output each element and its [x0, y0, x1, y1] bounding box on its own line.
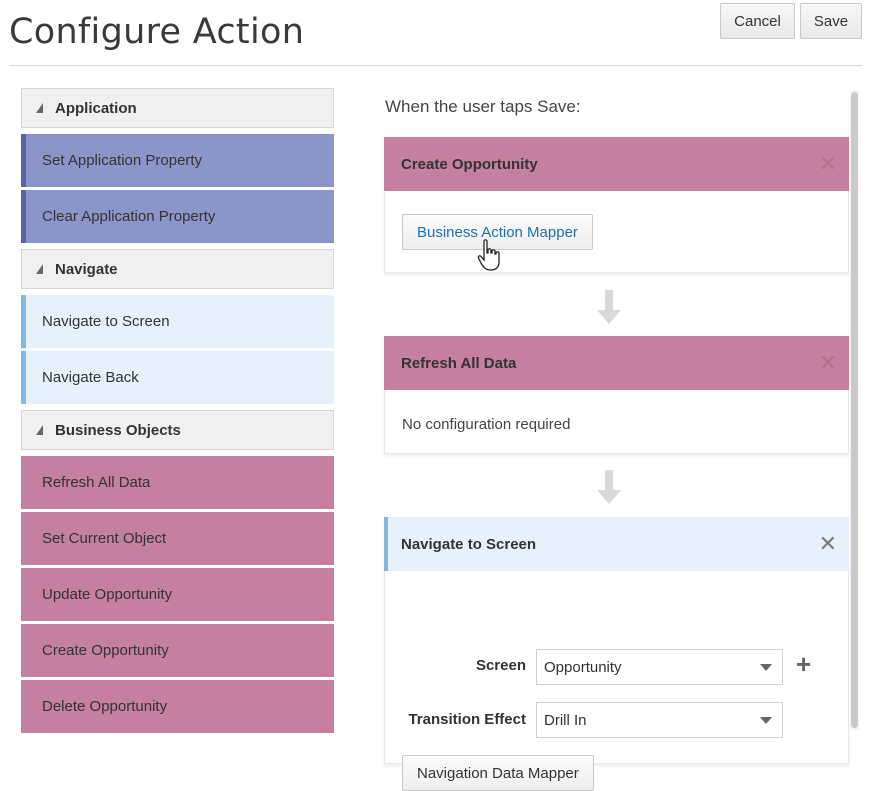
hand-cursor-icon — [477, 239, 500, 271]
palette-item-label: Navigate to Screen — [42, 313, 170, 330]
close-icon[interactable]: ✕ — [819, 533, 837, 555]
cancel-button[interactable]: Cancel — [720, 3, 795, 39]
screen-select-value: Opportunity — [544, 658, 622, 676]
palette-item-update-opportunity[interactable]: Update Opportunity — [21, 568, 334, 621]
group-label: Application — [55, 99, 137, 117]
palette-item-create-opportunity[interactable]: Create Opportunity — [21, 624, 334, 677]
caret-down-icon — [760, 664, 772, 671]
palette-item-delete-opportunity[interactable]: Delete Opportunity — [21, 680, 334, 733]
title-divider — [9, 65, 862, 66]
palette-item-refresh-all-data[interactable]: Refresh All Data — [21, 456, 334, 509]
transition-effect-label: Transition Effect — [408, 711, 526, 728]
palette-item-set-current-object[interactable]: Set Current Object — [21, 512, 334, 565]
transition-select-value: Drill In — [544, 711, 587, 729]
group-label: Business Objects — [55, 421, 181, 439]
no-config-message: No configuration required — [402, 416, 571, 433]
collapse-triangle-icon — [36, 425, 43, 435]
palette-item-label: Create Opportunity — [42, 642, 169, 659]
palette-item-label: Refresh All Data — [42, 474, 151, 491]
palette-item-navigate-to-screen[interactable]: Navigate to Screen — [21, 295, 334, 348]
step-body: Screen Opportunity + Transition Effect D… — [384, 571, 849, 791]
group-header-application[interactable]: Application — [21, 88, 334, 128]
screen-select[interactable]: Opportunity — [536, 649, 783, 685]
action-palette: Application Set Application Property Cle… — [21, 88, 334, 736]
palette-item-navigate-back[interactable]: Navigate Back — [21, 351, 334, 404]
collapse-triangle-icon — [36, 264, 43, 274]
screen-label: Screen — [475, 657, 526, 674]
down-arrow-icon — [597, 470, 621, 504]
step-card-navigate-to-screen[interactable]: Navigate to Screen ✕ Screen Opportunity … — [384, 517, 849, 791]
close-icon[interactable]: ✕ — [819, 352, 837, 374]
caret-down-icon — [760, 717, 772, 724]
palette-item-clear-application-property[interactable]: Clear Application Property — [21, 190, 334, 243]
navigation-data-mapper-button[interactable]: Navigation Data Mapper — [402, 755, 594, 791]
step-title: Refresh All Data — [401, 354, 517, 372]
down-arrow-icon — [597, 290, 621, 324]
step-card-create-opportunity[interactable]: Create Opportunity ✕ Business Action Map… — [384, 137, 849, 273]
palette-item-set-application-property[interactable]: Set Application Property — [21, 134, 334, 187]
group-label: Navigate — [55, 260, 118, 278]
step-body: No configuration required — [384, 390, 849, 454]
step-header: Navigate to Screen ✕ — [384, 517, 849, 571]
page-title: Configure Action — [9, 12, 305, 52]
step-title: Navigate to Screen — [401, 535, 537, 553]
group-header-business-objects[interactable]: Business Objects — [21, 410, 334, 450]
scrollbar-thumb[interactable] — [851, 92, 858, 728]
palette-item-label: Set Current Object — [42, 530, 167, 547]
step-header: Refresh All Data ✕ — [384, 336, 849, 390]
trigger-text: When the user taps Save: — [385, 97, 581, 116]
collapse-triangle-icon — [36, 103, 43, 113]
palette-item-label: Update Opportunity — [42, 586, 173, 603]
save-button[interactable]: Save — [800, 3, 862, 39]
palette-item-label: Navigate Back — [42, 369, 139, 386]
step-body: Business Action Mapper — [384, 191, 849, 273]
palette-item-label: Delete Opportunity — [42, 698, 168, 715]
close-icon[interactable]: ✕ — [819, 153, 837, 175]
step-card-refresh-all-data[interactable]: Refresh All Data ✕ No configuration requ… — [384, 336, 849, 454]
group-header-navigate[interactable]: Navigate — [21, 249, 334, 289]
step-header: Create Opportunity ✕ — [384, 137, 849, 191]
transition-effect-select[interactable]: Drill In — [536, 702, 783, 738]
palette-item-label: Set Application Property — [42, 152, 203, 169]
step-title: Create Opportunity — [401, 155, 538, 173]
palette-item-label: Clear Application Property — [42, 208, 216, 225]
plus-icon[interactable]: + — [796, 651, 811, 677]
